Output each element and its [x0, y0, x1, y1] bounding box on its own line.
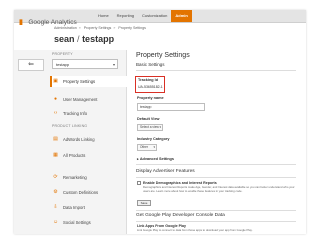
breadcrumb-separator: »	[78, 26, 81, 30]
custom-defs-icon: ⚙	[53, 189, 58, 195]
enable-demographics-checkbox[interactable]	[137, 181, 141, 185]
default-view-select[interactable]: Select a view ▾	[137, 124, 163, 131]
chevron-down-icon: ▾	[159, 125, 161, 129]
analytics-logo-icon: ▮	[19, 19, 23, 26]
account-title: sean / testapp	[54, 33, 304, 45]
property-section-label: PROPERTY	[52, 52, 73, 56]
default-view-label: Default View	[137, 117, 160, 121]
left-panel: PROPERTY ⇐ testapp ▾ ▣ Property Settings…	[14, 50, 129, 234]
top-bar: ▮ Google Analytics Home Reporting Custom…	[14, 10, 306, 26]
breadcrumb: Administration» Property Settings» Prope…	[54, 26, 304, 31]
sidebar-item-label: Custom Definitions	[63, 190, 99, 195]
divider	[136, 210, 296, 211]
chevron-right-icon: ▸	[137, 157, 139, 161]
advanced-settings-label: Advanced Settings	[139, 157, 174, 161]
chevron-down-icon: ▾	[112, 62, 115, 67]
breadcrumb-item[interactable]: Property Settings	[84, 26, 112, 30]
enable-demographics-description: Demographics and Interest Reports make A…	[143, 185, 295, 193]
play-console-title: Get Google Play Developer Console Data	[136, 213, 225, 218]
sidebar-item-label: Social Settings	[63, 220, 91, 225]
settings-icon: ▣	[53, 78, 58, 84]
default-view-value: Select a view	[140, 125, 159, 129]
industry-category-label: Industry Category	[137, 137, 170, 141]
link-apps-description: Link Google Play to connect to data from…	[137, 228, 253, 232]
sidebar-item-social-settings[interactable]: ☺ Social Settings	[52, 217, 126, 228]
sidebar-item-label: User Management	[63, 97, 98, 102]
data-import-icon: ⇩	[53, 204, 58, 210]
save-button[interactable]: Save	[137, 200, 151, 206]
nav-customization[interactable]: Customization	[138, 10, 171, 22]
advanced-settings-toggle[interactable]: ▸Advanced Settings	[137, 157, 174, 161]
industry-category-value: Other	[140, 145, 148, 149]
tracking-id-highlight: Tracking Id UA-53655182-1	[135, 76, 165, 93]
sidebar-item-label: Property Settings	[63, 79, 96, 84]
code-icon: ‹›	[53, 110, 58, 116]
sidebar-item-label: AdWords Linking	[63, 137, 95, 142]
property-name-input[interactable]	[137, 103, 205, 111]
sidebar-item-label: Tracking Info	[63, 111, 88, 116]
logo-text: Google Analytics	[28, 19, 77, 26]
adwords-icon: ▤	[53, 136, 58, 142]
sidebar-item-all-products[interactable]: ▦ All Products	[52, 150, 126, 161]
sidebar-item-custom-definitions[interactable]: ⚙ Custom Definitions	[52, 187, 126, 198]
nav-home[interactable]: Home	[94, 10, 113, 22]
tracking-id-label: Tracking Id	[138, 78, 159, 82]
sidebar-item-property-settings[interactable]: ▣ Property Settings	[50, 76, 129, 87]
account-separator: /	[77, 34, 80, 44]
display-features-title: Display Advertiser Features	[136, 169, 195, 174]
product-linking-label: PRODUCT LINKING	[52, 124, 88, 128]
breadcrumb-item[interactable]: Administration	[54, 26, 77, 30]
top-nav: Home Reporting Customization Admin	[94, 10, 192, 22]
google-analytics-logo[interactable]: ▮ Google Analytics	[19, 11, 77, 26]
sidebar-item-remarketing[interactable]: ⟳ Remarketing	[52, 172, 126, 183]
nav-admin[interactable]: Admin	[171, 10, 192, 22]
social-icon: ☺	[52, 219, 59, 225]
property-name-heading: testapp	[82, 34, 115, 44]
sidebar-item-label: All Products	[63, 153, 86, 158]
products-icon: ▦	[53, 152, 58, 158]
sidebar-item-user-management[interactable]: ● User Management	[52, 94, 126, 105]
account-name: sean	[54, 34, 75, 44]
nav-reporting[interactable]: Reporting	[113, 10, 138, 22]
breadcrumb-item: Property Settings	[118, 26, 146, 30]
sidebar-item-adwords-linking[interactable]: ▤ AdWords Linking	[52, 134, 126, 145]
divider	[136, 70, 296, 71]
tracking-id-value: UA-53655182-1	[138, 85, 163, 89]
breadcrumb-separator: »	[113, 26, 116, 30]
page-title: Property Settings	[136, 52, 190, 59]
sidebar-item-data-import[interactable]: ⇩ Data Import	[52, 202, 126, 213]
breadcrumb-area: Administration» Property Settings» Prope…	[54, 26, 304, 48]
property-select-value: testapp	[56, 62, 70, 67]
divider	[136, 177, 296, 178]
users-icon: ●	[53, 96, 58, 102]
basic-settings-label: Basic Settings	[136, 62, 165, 67]
sidebar-item-label: Data Import	[63, 205, 85, 210]
chevron-down-icon: ▾	[153, 145, 155, 149]
divider	[136, 221, 296, 222]
property-name-label: Property name	[137, 96, 164, 100]
sidebar-item-tracking-info[interactable]: ‹› Tracking Info	[52, 108, 126, 119]
divider	[136, 164, 296, 165]
industry-category-select[interactable]: Other ▾	[137, 144, 157, 151]
main-content: Property Settings Basic Settings Trackin…	[132, 50, 302, 234]
screenshot-frame: ▮ Google Analytics Home Reporting Custom…	[14, 10, 306, 234]
back-arrow-icon[interactable]: ⇐	[18, 59, 44, 71]
property-select[interactable]: testapp ▾	[52, 59, 118, 69]
remarketing-icon: ⟳	[53, 174, 58, 180]
sidebar-item-label: Remarketing	[63, 175, 87, 180]
